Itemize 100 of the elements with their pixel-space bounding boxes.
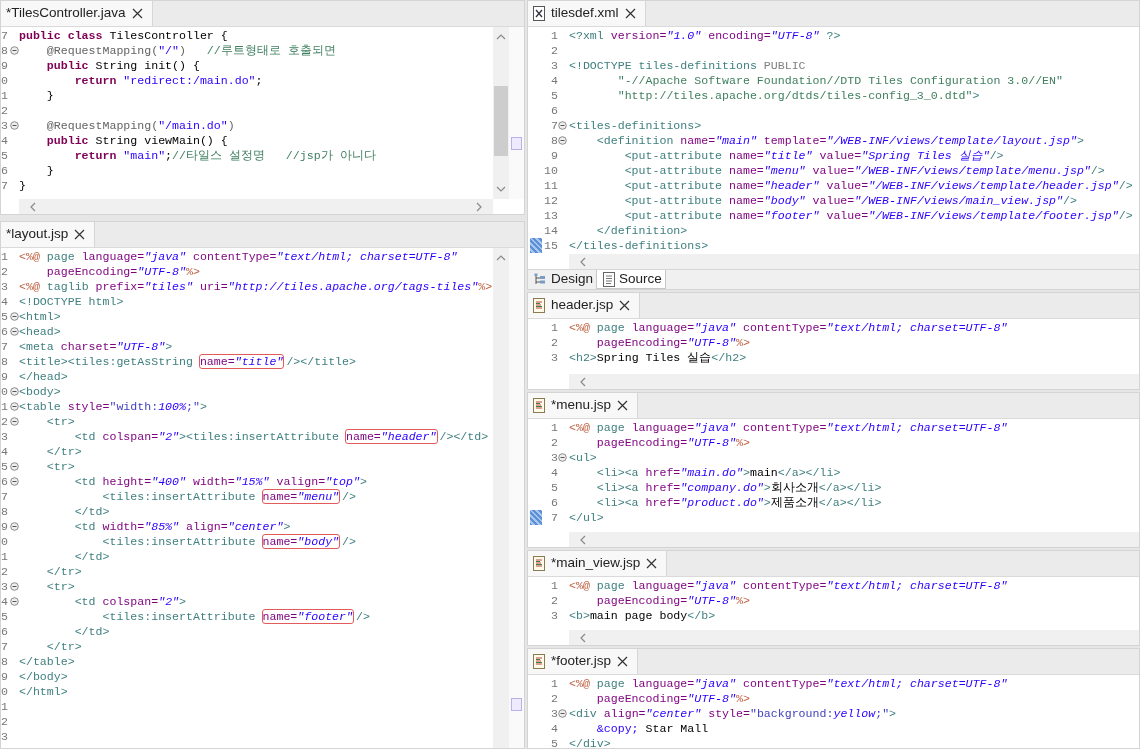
line-number: 1: [1, 549, 9, 564]
code-line: </definition>: [595, 223, 688, 238]
line-number: 7: [1, 639, 9, 654]
code-line: <!DOCTYPE tiles-definitions PUBLIC: [569, 58, 806, 73]
collapse-icon[interactable]: [10, 462, 19, 471]
code-line: <h2>Spring Tiles 실습</h2>: [569, 350, 747, 365]
editor-mode-tab[interactable]: Source: [596, 270, 666, 289]
line-number: 9: [1, 519, 9, 534]
code-line: </tr>: [45, 639, 82, 654]
file-icon: [533, 398, 545, 413]
editor-tab[interactable]: *layout.jsp: [1, 222, 96, 247]
code-line: public String viewMain() {: [45, 133, 228, 148]
code-line: </div>: [569, 736, 611, 748]
line-number: 1: [550, 320, 558, 335]
scroll-thumb[interactable]: [494, 86, 508, 156]
line-number: 2: [1, 714, 9, 729]
line-number: 4: [1, 294, 9, 309]
line-number: 5: [550, 736, 558, 748]
line-number: 6: [1, 474, 9, 489]
code-line: pageEncoding="UTF-8"%>: [45, 264, 200, 279]
close-icon[interactable]: [646, 558, 658, 569]
code-line: <%@ page language="java" contentType="text/html; charset=UTF-8": [569, 320, 1008, 335]
scroll-down-icon[interactable]: [496, 185, 506, 193]
code-line: <table style="width:100%;">: [19, 399, 207, 414]
line-number: 0: [1, 73, 9, 88]
line-number: 8: [1, 654, 9, 669]
code-line: </tr>: [45, 564, 82, 579]
line-number: 1: [550, 28, 558, 43]
line-number: 2: [1, 264, 9, 279]
line-number: 1: [550, 676, 558, 691]
collapse-icon[interactable]: [10, 312, 19, 321]
scroll-right-icon[interactable]: [475, 201, 483, 212]
collapse-icon[interactable]: [10, 582, 19, 591]
collapse-icon[interactable]: [10, 477, 19, 486]
line-number: 1: [1, 399, 9, 414]
scroll-left-icon[interactable]: [579, 632, 587, 643]
code-line: <%@ taglib prefix="tiles" uri="http://tiles.apache.org/tags-tiles"%>: [19, 279, 493, 294]
close-icon[interactable]: [617, 400, 629, 411]
code-line: <div align="center" style="background:yellow;">: [569, 706, 897, 721]
scroll-left-icon[interactable]: [579, 376, 587, 387]
code-line: "-//Apache Software Foundation//DTD Tiles Configuration 3.0//EN": [616, 73, 1063, 88]
code-line: <put-attribute name="body" value="/WEB-INF/views/main_view.jsp"/>: [623, 193, 1077, 208]
close-icon[interactable]: [617, 656, 629, 667]
collapse-icon[interactable]: [10, 121, 19, 130]
collapse-icon[interactable]: [10, 387, 19, 396]
line-number: 7: [1, 28, 9, 43]
collapse-icon[interactable]: [10, 522, 19, 531]
code-line: }: [45, 88, 54, 103]
editor-tab[interactable]: *menu.jsp: [528, 393, 639, 418]
line-number: 14: [543, 223, 558, 238]
line-number: 4: [550, 465, 558, 480]
scroll-left-icon[interactable]: [579, 256, 587, 267]
line-number: 0: [1, 384, 9, 399]
close-icon[interactable]: [624, 8, 636, 19]
collapse-icon[interactable]: [558, 121, 567, 130]
collapse-icon[interactable]: [558, 453, 567, 462]
code-line: <td height="400" width="15%" valign="top">: [73, 474, 367, 489]
line-number: 3: [550, 58, 558, 73]
line-number: 6: [1, 163, 9, 178]
line-number: 15: [543, 238, 558, 253]
scroll-left-icon[interactable]: [29, 201, 37, 212]
line-number: 8: [1, 43, 9, 58]
editor-mode-tab[interactable]: Design: [528, 270, 597, 289]
close-icon[interactable]: [619, 300, 631, 311]
code-line: public class TilesController {: [19, 28, 228, 43]
editor-tab[interactable]: *footer.jsp: [528, 649, 639, 674]
scroll-left-icon[interactable]: [579, 534, 587, 545]
line-number: 6: [1, 624, 9, 639]
line-number: 0: [1, 684, 9, 699]
line-number: 5: [1, 609, 9, 624]
line-number: 13: [543, 208, 558, 223]
scroll-up-icon[interactable]: [496, 33, 506, 41]
line-number: 2: [550, 691, 558, 706]
code-line: <tr>: [45, 459, 75, 474]
line-number: 4: [550, 721, 558, 736]
close-icon[interactable]: [74, 229, 86, 240]
line-number: 8: [1, 504, 9, 519]
editor-tab[interactable]: *main_view.jsp: [528, 551, 668, 576]
collapse-icon[interactable]: [558, 136, 567, 145]
line-number: 5: [550, 480, 558, 495]
code-line: <ul>: [569, 450, 597, 465]
line-number: 2: [550, 435, 558, 450]
collapse-icon[interactable]: [558, 709, 567, 718]
line-number: 9: [1, 369, 9, 384]
line-number: 3: [550, 450, 558, 465]
editor-tab[interactable]: tilesdef.xml: [528, 1, 646, 26]
collapse-icon[interactable]: [10, 417, 19, 426]
collapse-icon[interactable]: [10, 327, 19, 336]
collapse-icon[interactable]: [10, 597, 19, 606]
code-line: <tiles-definitions>: [569, 118, 702, 133]
code-line: </tr>: [45, 444, 82, 459]
close-icon[interactable]: [131, 8, 143, 19]
collapse-icon[interactable]: [10, 402, 19, 411]
code-line: <tr>: [45, 579, 75, 594]
editor-tab[interactable]: header.jsp: [528, 293, 641, 318]
editor-tab[interactable]: *TilesController.java: [1, 1, 153, 26]
code-line: }: [45, 163, 54, 178]
collapse-icon[interactable]: [10, 46, 19, 55]
line-number: 8: [1, 354, 9, 369]
scroll-up-icon[interactable]: [496, 254, 506, 262]
